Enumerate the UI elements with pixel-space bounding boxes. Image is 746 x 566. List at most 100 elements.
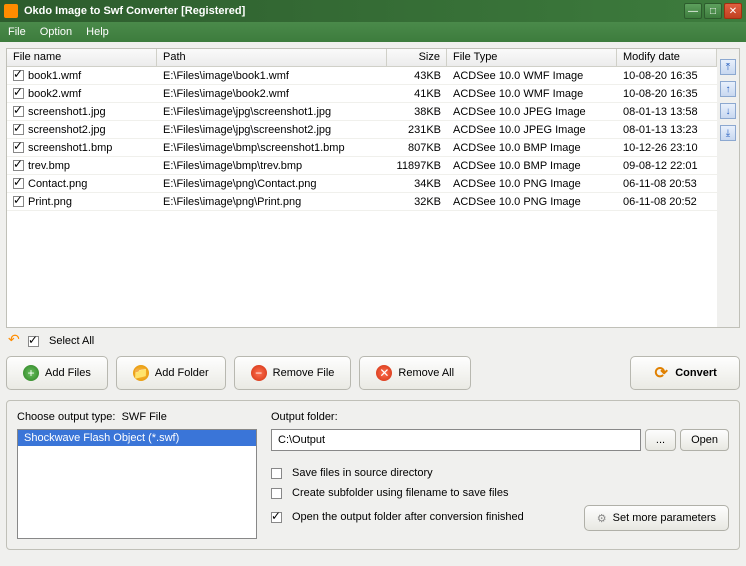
browse-button[interactable]: ... (645, 429, 676, 451)
app-icon (4, 4, 18, 18)
table-row[interactable]: screenshot1.bmp E:\Files\image\bmp\screen… (7, 139, 717, 157)
cell-size: 231KB (387, 123, 447, 137)
add-files-button[interactable]: +Add Files (6, 356, 108, 390)
cell-filename: book1.wmf (28, 70, 81, 82)
select-all-label: Select All (49, 335, 94, 347)
file-list-panel: File name Path Size File Type Modify dat… (6, 48, 740, 328)
cell-path: E:\Files\image\book1.wmf (157, 69, 387, 83)
apply-icon (8, 334, 22, 348)
output-folder-input[interactable] (271, 429, 641, 451)
cell-path: E:\Files\image\bmp\trev.bmp (157, 159, 387, 173)
convert-button[interactable]: ⟳Convert (630, 356, 740, 390)
plus-icon: + (23, 365, 39, 381)
row-checkbox[interactable] (13, 196, 24, 207)
cell-date: 08-01-13 13:58 (617, 105, 717, 119)
cell-type: ACDSee 10.0 WMF Image (447, 87, 617, 101)
select-all-checkbox[interactable] (28, 336, 39, 347)
cell-path: E:\Files\image\jpg\screenshot1.jpg (157, 105, 387, 119)
open-after-label: Open the output folder after conversion … (292, 511, 524, 523)
output-type-list[interactable]: Shockwave Flash Object (*.swf) (17, 429, 257, 539)
cell-date: 10-08-20 16:35 (617, 69, 717, 83)
save-source-checkbox[interactable] (271, 468, 282, 479)
cross-icon: ✕ (376, 365, 392, 381)
header-filename[interactable]: File name (7, 49, 157, 66)
minimize-button[interactable]: — (684, 3, 702, 19)
cell-filename: screenshot2.jpg (28, 124, 106, 136)
output-type-label: Choose output type: (17, 411, 115, 423)
row-checkbox[interactable] (13, 106, 24, 117)
maximize-button[interactable]: □ (704, 3, 722, 19)
remove-file-button[interactable]: −Remove File (234, 356, 352, 390)
row-checkbox[interactable] (13, 70, 24, 81)
output-type-value: SWF File (122, 411, 167, 423)
menu-file[interactable]: File (8, 26, 26, 38)
cell-size: 41KB (387, 87, 447, 101)
table-row[interactable]: Print.pngE:\Files\image\png\Print.png32K… (7, 193, 717, 211)
cell-path: E:\Files\image\bmp\screenshot1.bmp (157, 141, 387, 155)
cell-filename: Print.png (28, 196, 72, 208)
cell-date: 06-11-08 20:53 (617, 177, 717, 191)
cell-path: E:\Files\image\png\Contact.png (157, 177, 387, 191)
header-filetype[interactable]: File Type (447, 49, 617, 66)
cell-date: 08-01-13 13:23 (617, 123, 717, 137)
row-checkbox[interactable] (13, 88, 24, 99)
row-checkbox[interactable] (13, 160, 24, 171)
cell-date: 10-12-26 23:10 (617, 141, 717, 155)
move-up-button[interactable]: ↑ (720, 81, 736, 97)
cell-size: 32KB (387, 195, 447, 209)
output-folder-label: Output folder: (271, 411, 729, 423)
cell-type: ACDSee 10.0 JPEG Image (447, 123, 617, 137)
move-top-button[interactable]: ⤒ (720, 59, 736, 75)
table-row[interactable]: Contact.png E:\Files\image\png\Contact.pn… (7, 175, 717, 193)
cell-filename: screenshot1.bmp (28, 142, 112, 154)
header-path[interactable]: Path (157, 49, 387, 66)
row-checkbox[interactable] (13, 124, 24, 135)
folder-icon: 📁 (133, 365, 149, 381)
remove-all-button[interactable]: ✕Remove All (359, 356, 471, 390)
cell-type: ACDSee 10.0 BMP Image (447, 141, 617, 155)
cell-type: ACDSee 10.0 PNG Image (447, 195, 617, 209)
cell-date: 10-08-20 16:35 (617, 87, 717, 101)
table-row[interactable]: screenshot1.jpg E:\Files\image\jpg\screen… (7, 103, 717, 121)
table-row[interactable]: screenshot2.jpg E:\Files\image\jpg\screen… (7, 121, 717, 139)
minus-icon: − (251, 365, 267, 381)
table-row[interactable]: book2.wmf E:\Files\image\book2.wmf41KBACD… (7, 85, 717, 103)
convert-icon: ⟳ (653, 365, 669, 381)
cell-path: E:\Files\image\jpg\screenshot2.jpg (157, 123, 387, 137)
open-folder-button[interactable]: Open (680, 429, 729, 451)
cell-size: 34KB (387, 177, 447, 191)
save-source-label: Save files in source directory (292, 467, 433, 479)
cell-filename: screenshot1.jpg (28, 106, 106, 118)
subfolder-checkbox[interactable] (271, 488, 282, 499)
header-size[interactable]: Size (387, 49, 447, 66)
cell-type: ACDSee 10.0 BMP Image (447, 159, 617, 173)
set-more-parameters-button[interactable]: ⚙Set more parameters (584, 505, 729, 531)
move-down-button[interactable]: ↓ (720, 103, 736, 119)
menu-option[interactable]: Option (40, 26, 72, 38)
close-button[interactable]: ✕ (724, 3, 742, 19)
cell-size: 43KB (387, 69, 447, 83)
cell-filename: trev.bmp (28, 160, 70, 172)
menu-help[interactable]: Help (86, 26, 109, 38)
cell-path: E:\Files\image\book2.wmf (157, 87, 387, 101)
window-title: Okdo Image to Swf Converter [Registered] (24, 5, 684, 17)
cell-type: ACDSee 10.0 PNG Image (447, 177, 617, 191)
gear-icon: ⚙ (597, 512, 607, 525)
row-checkbox[interactable] (13, 142, 24, 153)
header-date[interactable]: Modify date (617, 49, 717, 66)
add-folder-button[interactable]: 📁Add Folder (116, 356, 226, 390)
menubar: File Option Help (0, 22, 746, 42)
table-row[interactable]: book1.wmf E:\Files\image\book1.wmf43KBACD… (7, 67, 717, 85)
open-after-checkbox[interactable] (271, 512, 282, 523)
move-bottom-button[interactable]: ⤓ (720, 125, 736, 141)
cell-filename: Contact.png (28, 178, 87, 190)
row-checkbox[interactable] (13, 178, 24, 189)
cell-date: 09-08-12 22:01 (617, 159, 717, 173)
output-type-option[interactable]: Shockwave Flash Object (*.swf) (18, 430, 256, 446)
cell-type: ACDSee 10.0 WMF Image (447, 69, 617, 83)
subfolder-label: Create subfolder using filename to save … (292, 487, 508, 499)
cell-filename: book2.wmf (28, 88, 81, 100)
cell-date: 06-11-08 20:52 (617, 195, 717, 209)
cell-type: ACDSee 10.0 JPEG Image (447, 105, 617, 119)
table-row[interactable]: trev.bmpE:\Files\image\bmp\trev.bmp11897… (7, 157, 717, 175)
